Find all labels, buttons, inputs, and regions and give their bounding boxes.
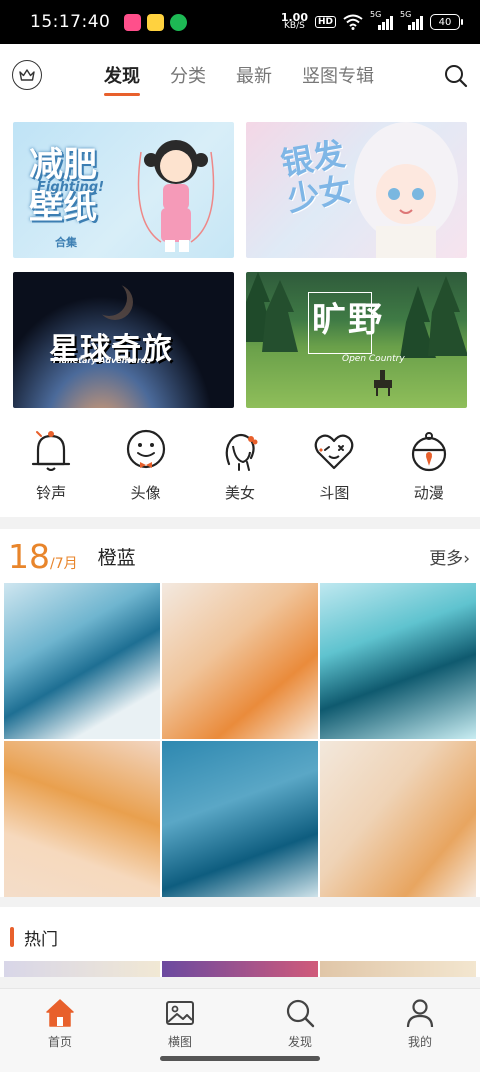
hot-thumb[interactable] (320, 961, 476, 977)
status-bar: 15:17:40 1.00 KB/S HD 5G 5G 40 (0, 0, 480, 44)
nav-profile[interactable]: 我的 (360, 989, 480, 1072)
home-icon (46, 999, 74, 1027)
section-marker (10, 927, 14, 947)
banner-diet-wallpaper[interactable]: 减肥壁纸 Fighting! 合集 (13, 122, 234, 258)
wallpaper-thumb[interactable] (162, 583, 318, 739)
category-avatar[interactable]: 头像 (106, 428, 186, 503)
status-time: 15:17:40 (30, 12, 111, 32)
banner-grid: 减肥壁纸 Fighting! 合集 银发少女 星球奇旅 Planetary Ad… (0, 106, 480, 408)
chevron-right-icon: › (463, 548, 470, 569)
category-anime[interactable]: 动漫 (389, 428, 469, 503)
user-icon (406, 999, 434, 1028)
bell-icon (32, 431, 71, 471)
anime-bell-icon (411, 432, 446, 472)
heart-face-icon (315, 434, 354, 470)
image-icon (166, 1001, 194, 1025)
more-link[interactable]: 更多› (429, 544, 470, 569)
girl-icon (225, 433, 258, 471)
search-icon[interactable] (444, 64, 468, 88)
wifi-icon (343, 14, 363, 30)
category-ringtone[interactable]: 铃声 (11, 428, 91, 503)
signal-icon: 5G (370, 10, 393, 30)
wallpaper-thumb[interactable] (320, 583, 476, 739)
smiley-avatar-icon (126, 429, 165, 469)
banner-planetary-adventures[interactable]: 星球奇旅 Planetary Adventures (13, 272, 234, 408)
banner-silver-hair-girl[interactable]: 银发少女 (246, 122, 467, 258)
hot-thumb[interactable] (4, 961, 160, 977)
wallpaper-thumb[interactable] (320, 741, 476, 897)
hot-thumb[interactable] (162, 961, 318, 977)
daily-day: 18 (8, 536, 50, 576)
tab-discover[interactable]: 发现 (104, 44, 140, 106)
search-icon (286, 999, 315, 1028)
girl-illustration (137, 140, 215, 252)
signal-icon: 5G (400, 10, 423, 30)
hot-section: 热门 (0, 907, 480, 977)
wallpaper-thumb[interactable] (4, 583, 160, 739)
wallpaper-thumb[interactable] (162, 741, 318, 897)
notification-icons (124, 13, 188, 31)
network-speed: 1.00 KB/S (280, 11, 308, 31)
crown-icon[interactable] (12, 60, 42, 90)
tab-latest[interactable]: 最新 (236, 44, 272, 106)
battery-icon: 40 (430, 14, 463, 30)
wallpaper-grid (0, 583, 480, 897)
app-notification-icon (124, 13, 142, 31)
app-notification-icon (147, 13, 165, 31)
banner-open-country[interactable]: 旷野 Open Country (246, 272, 467, 408)
music-notification-icon (170, 13, 188, 31)
category-row: 铃声 头像 美女 斗图 动漫 (0, 408, 480, 517)
home-indicator[interactable] (160, 1056, 320, 1061)
daily-month: /7月 (50, 556, 78, 572)
daily-title: 橙蓝 (97, 546, 136, 569)
tab-vertical-albums[interactable]: 竖图专辑 (302, 44, 374, 106)
hd-icon: HD (314, 16, 336, 28)
tab-categories[interactable]: 分类 (170, 44, 206, 106)
nav-home[interactable]: 首页 (0, 989, 120, 1072)
category-beauty[interactable]: 美女 (200, 428, 280, 503)
hot-title: 热门 (24, 929, 58, 950)
top-nav: 发现 分类 最新 竖图专辑 (0, 44, 480, 106)
category-meme[interactable]: 斗图 (294, 428, 374, 503)
wallpaper-thumb[interactable] (4, 741, 160, 897)
daily-section: 18 /7月 橙蓝 更多› (0, 529, 480, 897)
